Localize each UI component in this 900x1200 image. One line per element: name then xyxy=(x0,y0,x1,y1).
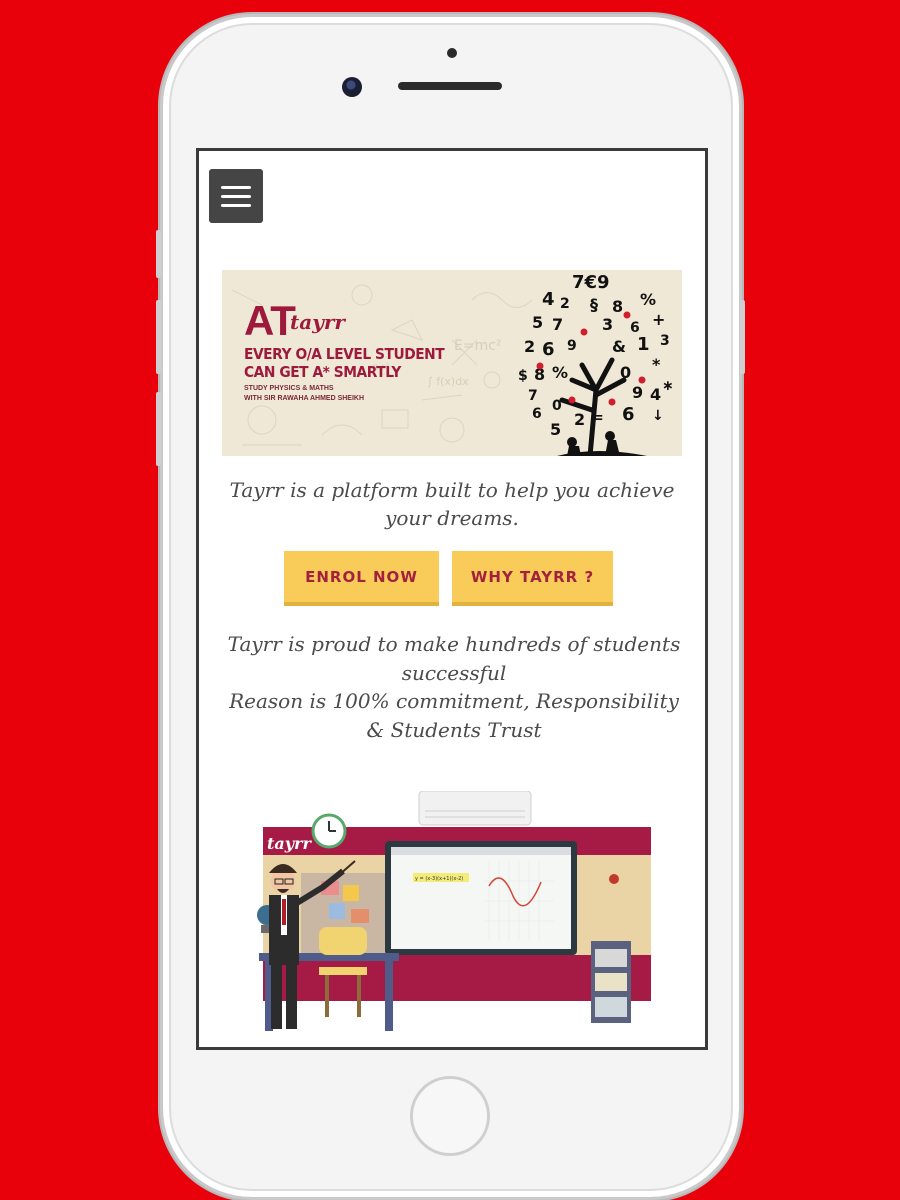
banner-headline-1: EVERY O/A LEVEL STUDENT xyxy=(244,345,445,363)
banner-subline-1: STUDY PHYSICS & MATHS xyxy=(244,385,334,392)
svg-text:3: 3 xyxy=(602,315,613,334)
svg-text:3: 3 xyxy=(660,333,670,349)
phone-side-button xyxy=(156,230,161,278)
svg-text:%: % xyxy=(640,290,656,309)
banner-logo-text: tayrr xyxy=(290,310,345,334)
svg-text:2: 2 xyxy=(574,410,585,429)
banner-headline-2: CAN GET A* SMARTLY xyxy=(244,363,401,381)
phone-speaker xyxy=(398,82,502,90)
svg-text:E=mc²: E=mc² xyxy=(454,338,502,354)
svg-text:&: & xyxy=(612,337,626,356)
hamburger-menu-button[interactable] xyxy=(209,169,263,223)
svg-text:0: 0 xyxy=(552,398,562,414)
phone-sensor xyxy=(447,48,457,58)
intro-tagline: Tayrr is a platform built to help you ac… xyxy=(229,478,675,530)
classroom-illustration: tayrr y = (x-3)(x+1)(x-2) xyxy=(257,791,651,1031)
phone-volume-down-button xyxy=(156,392,161,466)
phone-volume-up-button xyxy=(156,300,161,374)
svg-text:=: = xyxy=(592,410,604,426)
svg-text:2: 2 xyxy=(560,296,570,312)
number-tree-illustration: 7€9 42 § 8% 5 7 3 6 + 2 6 9 & 1 3 $8% 0 * 7 9 4 ∗ 6 0 6 ↓ … xyxy=(518,272,674,456)
proud-line-1: Tayrr is proud to make hundreds of stude… xyxy=(227,632,681,685)
proud-statement: Tayrr is proud to make hundreds of stude… xyxy=(221,630,687,744)
svg-text:5: 5 xyxy=(532,313,543,332)
svg-text:9: 9 xyxy=(632,383,643,402)
svg-text:0: 0 xyxy=(620,363,631,382)
hamburger-icon-line xyxy=(221,203,251,207)
svg-text:8: 8 xyxy=(612,297,623,316)
svg-text:5: 5 xyxy=(550,420,561,439)
phone-camera xyxy=(342,77,362,97)
svg-text:6: 6 xyxy=(542,339,555,360)
svg-text:6: 6 xyxy=(532,406,542,422)
why-tayrr-button[interactable]: WHY TAYRR ? xyxy=(452,551,613,606)
classroom-screen-formula: y = (x-3)(x+1)(x-2) xyxy=(415,876,463,882)
svg-text:7€9: 7€9 xyxy=(572,272,610,293)
enrol-now-button[interactable]: ENROL NOW xyxy=(284,551,439,606)
svg-text:%: % xyxy=(552,363,568,382)
svg-text:$: $ xyxy=(518,368,528,384)
svg-text:∗: ∗ xyxy=(662,378,674,394)
svg-text:∫ f(x)dx: ∫ f(x)dx xyxy=(427,375,469,388)
svg-text:7: 7 xyxy=(552,315,563,334)
svg-text:4: 4 xyxy=(542,289,555,310)
proud-line-2: Reason is 100% commitment, Responsibilit… xyxy=(229,689,679,742)
svg-text:*: * xyxy=(652,355,661,374)
svg-text:↓: ↓ xyxy=(652,408,664,424)
svg-text:6: 6 xyxy=(622,404,635,425)
svg-text:+: + xyxy=(652,310,665,329)
hamburger-icon-line xyxy=(221,194,251,198)
classroom-logo-text: tayrr xyxy=(267,834,312,853)
svg-text:1: 1 xyxy=(637,334,650,355)
hero-banner[interactable]: E=mc² ∫ f(x)dx π r² AT tayrr EVERY O/A L… xyxy=(222,270,682,456)
phone-power-button xyxy=(740,300,745,374)
svg-text:§: § xyxy=(590,295,598,314)
phone-home-button[interactable] xyxy=(410,1076,490,1156)
svg-text:9: 9 xyxy=(567,338,577,354)
svg-text:2: 2 xyxy=(524,337,535,356)
svg-text:7: 7 xyxy=(528,388,538,404)
banner-subline-2: WITH SIR RAWAHA AHMED SHEIKH xyxy=(244,395,365,402)
phone-screen: E=mc² ∫ f(x)dx π r² AT tayrr EVERY O/A L… xyxy=(196,148,708,1050)
hamburger-icon-line xyxy=(221,185,251,189)
svg-text:4: 4 xyxy=(650,385,661,404)
banner-at-text: AT xyxy=(244,297,296,344)
